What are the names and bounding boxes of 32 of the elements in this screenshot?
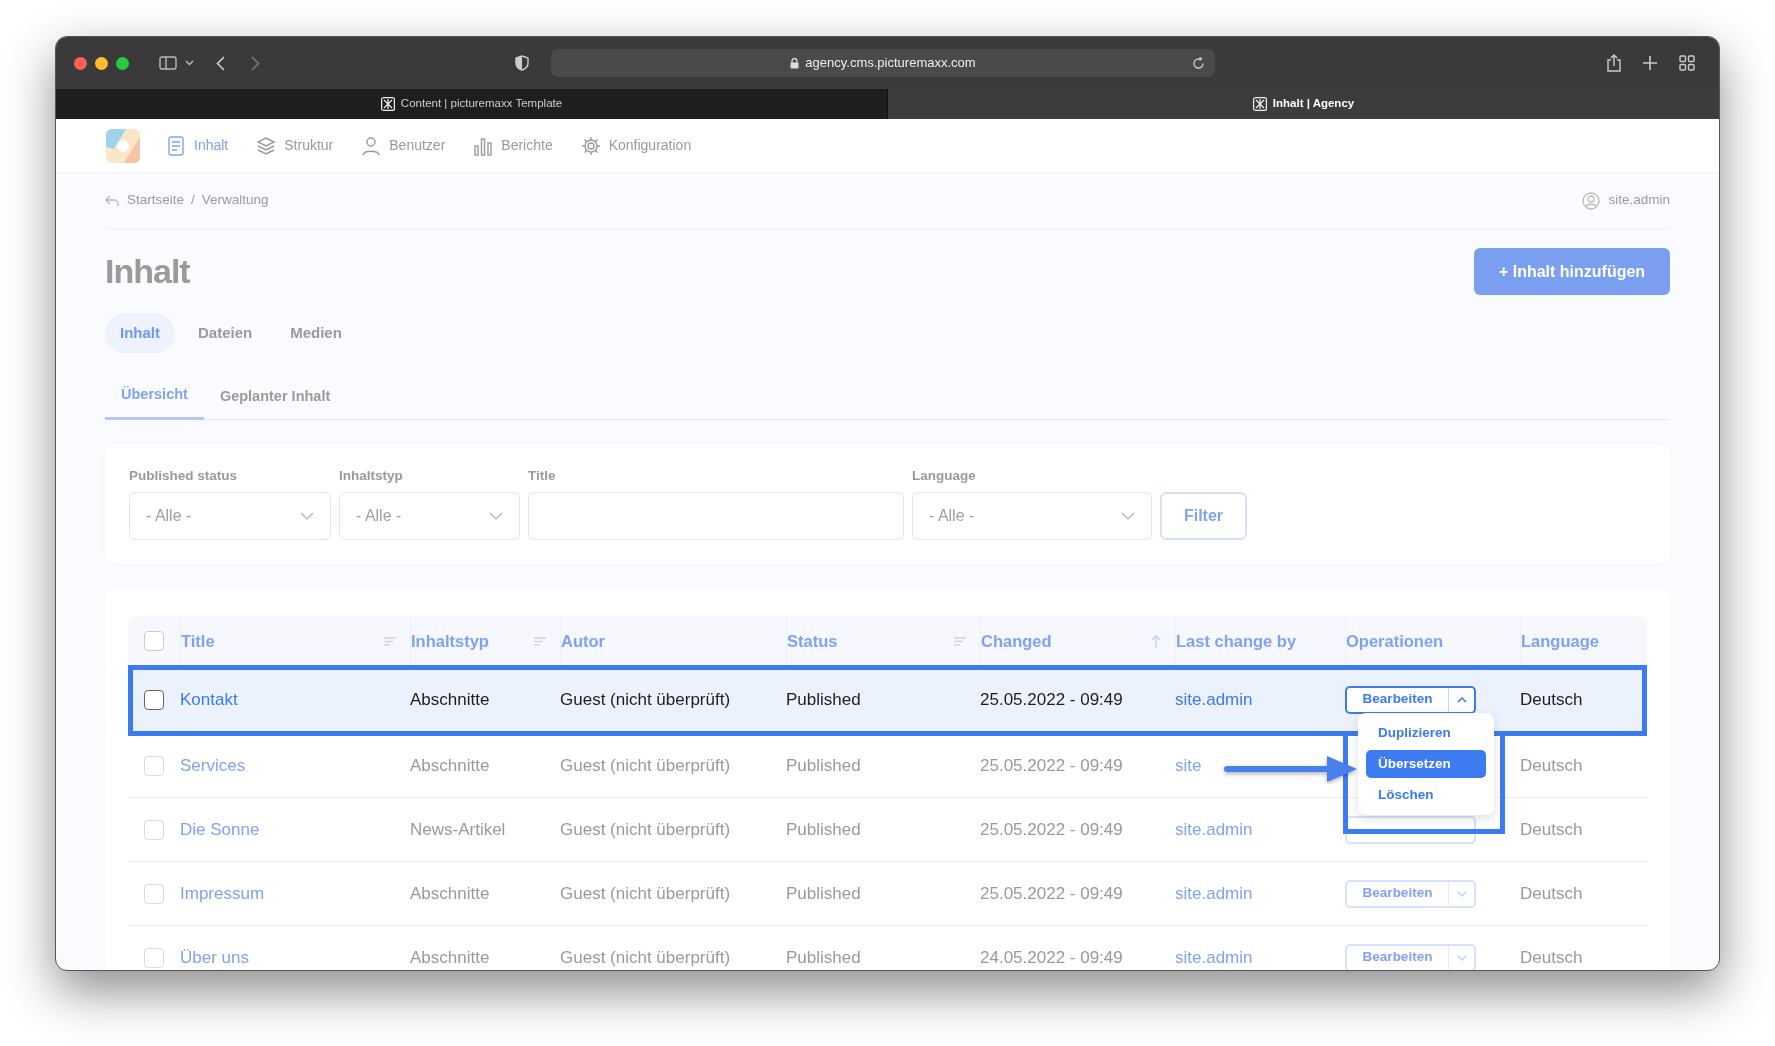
table-cell: 24.05.2022 - 09:49	[980, 947, 1123, 967]
table-cell: Abschnitte	[410, 883, 490, 903]
table-cell: Deutsch	[1520, 883, 1583, 903]
table-cell: Guest (nicht überprüft)	[560, 947, 731, 967]
page-title: Inhalt	[105, 251, 190, 292]
table-cell: Deutsch	[1520, 689, 1583, 709]
table-cell: Deutsch	[1520, 755, 1583, 775]
table-cell: Guest (nicht überprüft)	[560, 883, 731, 903]
table-cell: Deutsch	[1520, 819, 1583, 839]
table-cell: News-Artikel	[410, 819, 506, 839]
table-cell: Published	[786, 947, 861, 967]
filter-label: Published status	[129, 466, 239, 485]
filter-label: Language	[912, 466, 977, 485]
table-cell: Abschnitte	[410, 947, 490, 967]
table-cell: Published	[786, 819, 861, 839]
table-cell: Guest (nicht überprüft)	[560, 755, 731, 775]
table-cell: Published	[786, 755, 861, 775]
url-text: agency.cms.picturemaxx.com	[805, 54, 976, 73]
filter-label: Inhaltstyp	[339, 466, 404, 485]
filter-label: Title	[528, 466, 557, 485]
breadcrumb-separator: /	[191, 191, 195, 210]
table-cell: 25.05.2022 - 09:49	[980, 819, 1123, 839]
table-cell: Guest (nicht überprüft)	[560, 819, 731, 839]
table-cell: 25.05.2022 - 09:49	[980, 755, 1123, 775]
table-cell: 25.05.2022 - 09:49	[980, 883, 1123, 903]
table-cell: Guest (nicht überprüft)	[560, 689, 731, 709]
table-cell: Published	[786, 689, 861, 709]
table-cell: Abschnitte	[410, 755, 490, 775]
table-cell: Deutsch	[1520, 947, 1583, 967]
table-cell: Abschnitte	[410, 689, 490, 709]
table-cell: Published	[786, 883, 861, 903]
table-cell: 25.05.2022 - 09:49	[980, 689, 1123, 709]
